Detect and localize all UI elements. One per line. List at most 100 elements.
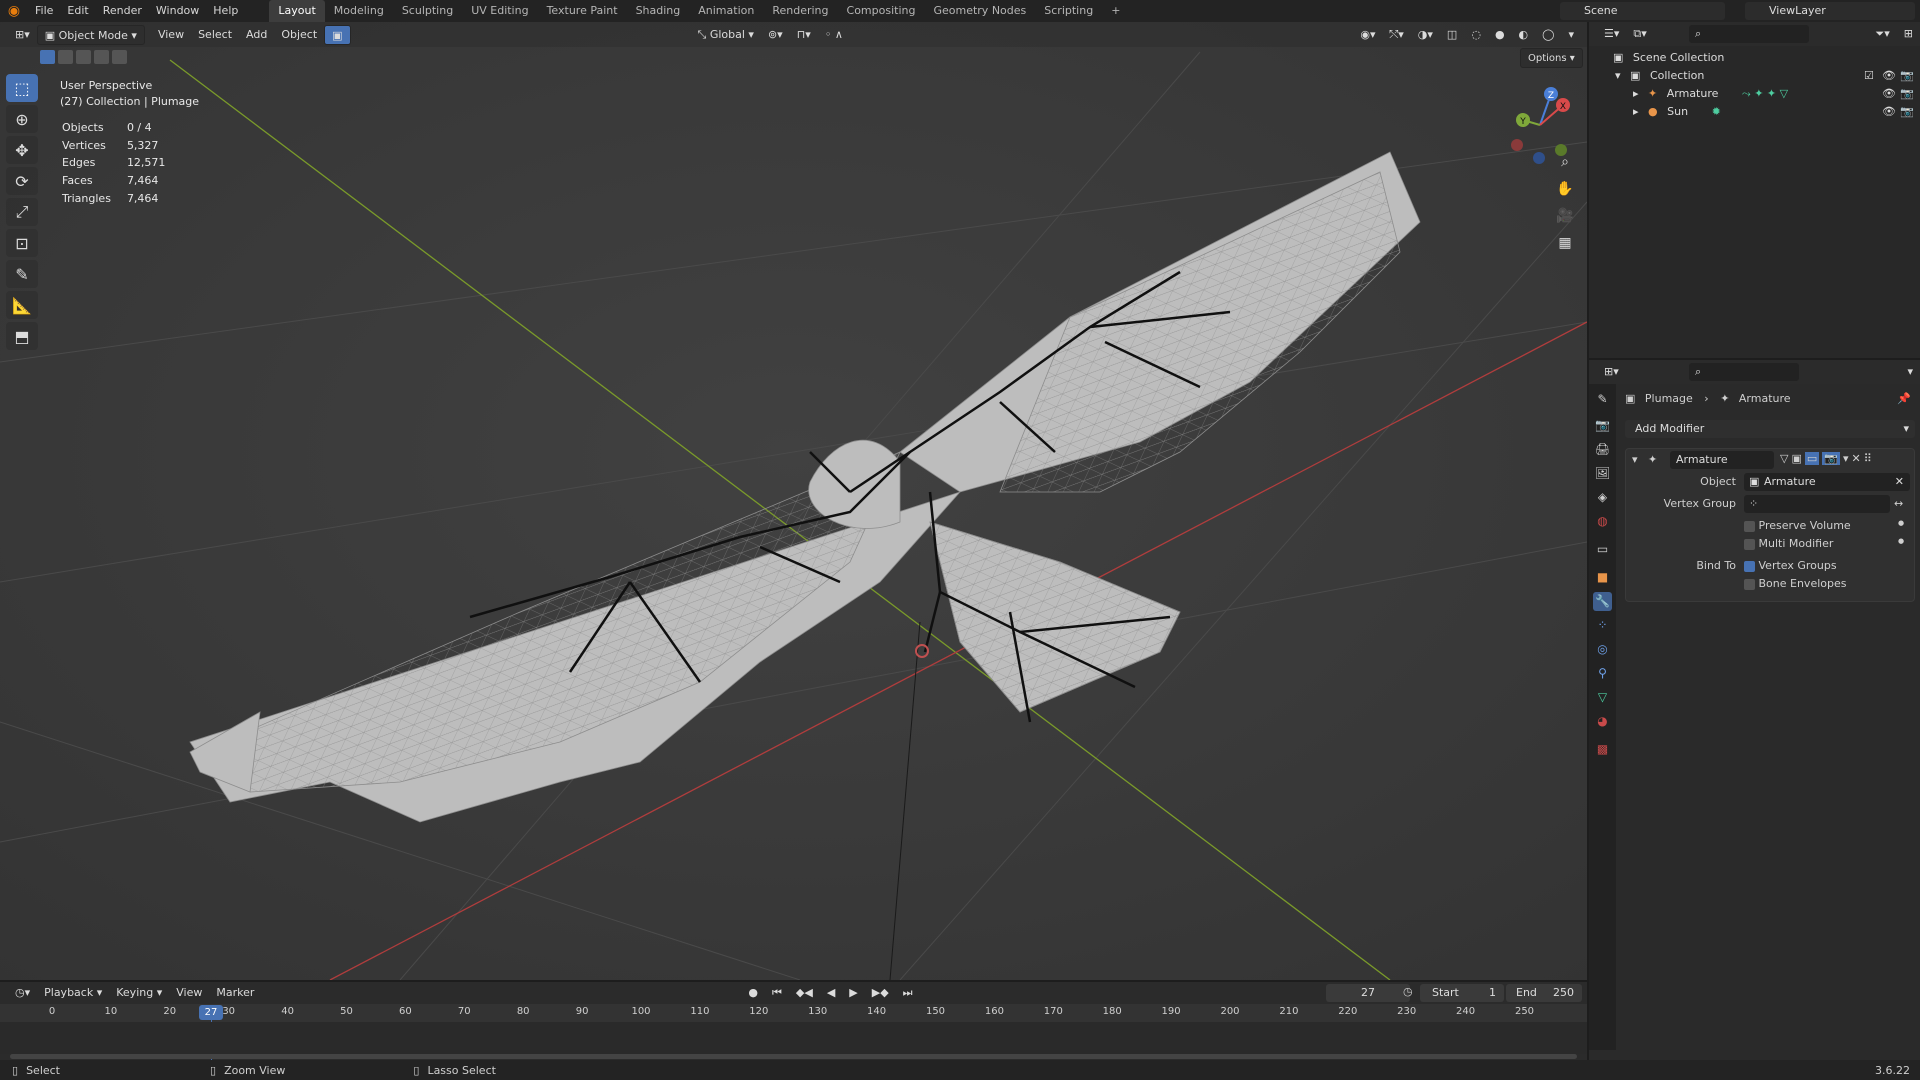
modifier-tab-icon[interactable]: 🔧: [1593, 592, 1612, 611]
3d-viewport[interactable]: ⊞▾ ▣ Object Mode ▾ View Select Add Objec…: [0, 22, 1587, 980]
vertex-group-field[interactable]: ⁘: [1744, 495, 1890, 513]
world-tab-icon[interactable]: ◍: [1593, 512, 1612, 531]
scale-icon[interactable]: ⤢: [6, 198, 38, 226]
start-frame-input[interactable]: Start 1: [1420, 984, 1504, 1002]
shading-rendered-icon[interactable]: ◯: [1535, 25, 1561, 45]
move-icon[interactable]: ✥: [6, 136, 38, 164]
select-subtract-icon[interactable]: [76, 50, 91, 64]
view-layer-selector[interactable]: ViewLayer: [1745, 2, 1915, 20]
display-mode-icon[interactable]: ⧉▾: [1626, 24, 1653, 44]
drag-handle-icon[interactable]: ⠿: [1864, 452, 1872, 465]
prev-keyframe-icon[interactable]: ◆◀: [789, 983, 820, 1003]
collapse-icon[interactable]: ▾: [1632, 453, 1638, 466]
rotate-icon[interactable]: ⟳: [6, 167, 38, 195]
properties-search-input[interactable]: ⌕: [1689, 363, 1799, 381]
edit-cage-icon[interactable]: ▽: [1780, 452, 1788, 465]
measure-icon[interactable]: 📐: [6, 291, 38, 319]
clock-icon[interactable]: ◷: [1403, 985, 1413, 998]
menu-object[interactable]: Object: [274, 25, 324, 45]
toggle-icon[interactable]: ▣: [324, 24, 351, 45]
menu-marker[interactable]: Marker: [209, 983, 261, 1003]
proportional-icon[interactable]: ◦ ∧: [818, 25, 850, 45]
editor-type-icon[interactable]: ⊞▾: [8, 25, 37, 45]
select-extend-icon[interactable]: [58, 50, 73, 64]
keyframe-dot-icon[interactable]: ●: [1898, 537, 1904, 545]
annotate-icon[interactable]: ✎: [6, 260, 38, 288]
modifier-menu-icon[interactable]: ▾: [1843, 452, 1849, 465]
menu-window[interactable]: Window: [149, 0, 206, 22]
eye-icon[interactable]: 👁: [1882, 103, 1896, 121]
jump-start-icon[interactable]: ⏮: [765, 983, 789, 1003]
options-button[interactable]: Options ▾: [1520, 48, 1583, 68]
pin-icon[interactable]: 📌: [1897, 390, 1911, 408]
tab-rendering[interactable]: Rendering: [763, 0, 837, 22]
visibility-icon[interactable]: ◉▾: [1353, 25, 1382, 45]
scene-selector[interactable]: Scene: [1560, 2, 1725, 20]
expand-icon[interactable]: ▸: [1633, 105, 1639, 118]
next-keyframe-icon[interactable]: ▶◆: [865, 983, 896, 1003]
timeline-editor-icon[interactable]: ◷▾: [8, 983, 37, 1003]
cursor-icon[interactable]: ⊕: [6, 105, 38, 133]
select-box-icon[interactable]: ⬚: [6, 74, 38, 102]
filter-icon[interactable]: ⏷▾: [1868, 24, 1896, 44]
tab-texture-paint[interactable]: Texture Paint: [538, 0, 627, 22]
blender-logo-icon[interactable]: ◉: [0, 3, 28, 19]
add-cube-icon[interactable]: ⬒: [6, 322, 38, 350]
menu-file[interactable]: File: [28, 0, 60, 22]
shading-material-icon[interactable]: ◐: [1512, 25, 1536, 45]
render-display-icon[interactable]: 📷: [1822, 452, 1840, 465]
tool-tab-icon[interactable]: ✎: [1593, 390, 1612, 409]
expand-icon[interactable]: ▸: [1633, 87, 1639, 100]
data-tab-icon[interactable]: ▽: [1593, 688, 1612, 707]
viewport-display-icon[interactable]: ▭: [1804, 452, 1820, 465]
particles-tab-icon[interactable]: ⁘: [1593, 616, 1612, 635]
camera-render-icon[interactable]: 📷: [1900, 67, 1914, 85]
tab-layout[interactable]: Layout: [269, 0, 325, 22]
constraints-tab-icon[interactable]: ⚲: [1593, 664, 1612, 683]
perspective-grid-icon[interactable]: ▦: [1553, 231, 1577, 255]
transform-icon[interactable]: ⊡: [6, 229, 38, 257]
tab-modeling[interactable]: Modeling: [325, 0, 393, 22]
output-tab-icon[interactable]: 🖨: [1593, 440, 1612, 459]
outliner-editor-icon[interactable]: ☰▾: [1597, 24, 1626, 44]
shading-wireframe-icon[interactable]: ◌: [1464, 25, 1488, 45]
modifier-name-input[interactable]: Armature: [1670, 451, 1774, 469]
pivot-icon[interactable]: ⊚▾: [761, 25, 790, 45]
clear-icon[interactable]: ✕: [1895, 473, 1904, 491]
shading-dropdown-icon[interactable]: ▾: [1561, 25, 1581, 45]
collection-tab-icon[interactable]: ▭: [1593, 540, 1612, 559]
playhead-frame-label[interactable]: 27: [199, 1005, 224, 1020]
add-workspace-button[interactable]: +: [1102, 0, 1129, 22]
timeline-ruler[interactable]: 0 10 20 30 40 50 60 70 80 90 100 110 120 130 140 150 160…: [0, 1004, 1587, 1072]
menu-edit[interactable]: Edit: [60, 0, 95, 22]
tab-uv-editing[interactable]: UV Editing: [462, 0, 537, 22]
remove-modifier-icon[interactable]: ✕: [1852, 452, 1861, 465]
outliner-row-sun[interactable]: ▸ ● Sun ✹ 👁 📷: [1589, 103, 1920, 121]
object-tab-icon[interactable]: ■: [1593, 568, 1612, 587]
tab-compositing[interactable]: Compositing: [838, 0, 925, 22]
properties-editor-icon[interactable]: ⊞▾: [1597, 362, 1626, 382]
view-layer-tab-icon[interactable]: 🖼: [1593, 464, 1612, 483]
multi-modifier-checkbox[interactable]: Multi Modifier: [1744, 537, 1833, 550]
outliner-row-armature[interactable]: ▸ ✦ Armature ⤳ ✦ ✦ ▽ 👁 📷: [1589, 85, 1920, 103]
options-dropdown-icon[interactable]: ▾: [1900, 362, 1920, 382]
keyframe-dot-icon[interactable]: ●: [1898, 519, 1904, 527]
edit-mode-icon[interactable]: ▣: [1791, 452, 1801, 465]
mode-selector[interactable]: ▣ Object Mode ▾: [36, 24, 145, 45]
material-tab-icon[interactable]: ◕: [1593, 712, 1612, 731]
timeline-track-area[interactable]: [0, 1022, 1587, 1054]
outliner-row-collection[interactable]: ▾ ▣ Collection ☑ 👁 📷: [1589, 67, 1920, 85]
menu-timeline-view[interactable]: View: [169, 983, 209, 1003]
tab-sculpting[interactable]: Sculpting: [393, 0, 462, 22]
play-reverse-icon[interactable]: ◀: [820, 983, 842, 1003]
menu-render[interactable]: Render: [96, 0, 149, 22]
outliner-search-input[interactable]: ⌕: [1689, 25, 1809, 43]
object-field[interactable]: ▣ Armature ✕: [1744, 473, 1910, 491]
xray-icon[interactable]: ◫: [1440, 25, 1464, 45]
play-icon[interactable]: ▶: [842, 983, 864, 1003]
physics-tab-icon[interactable]: ◎: [1593, 640, 1612, 659]
gizmo-icon[interactable]: ⤲▾: [1382, 25, 1410, 45]
select-invert-icon[interactable]: [94, 50, 109, 64]
menu-keying[interactable]: Keying ▾: [109, 983, 169, 1003]
menu-view[interactable]: View: [151, 25, 191, 45]
